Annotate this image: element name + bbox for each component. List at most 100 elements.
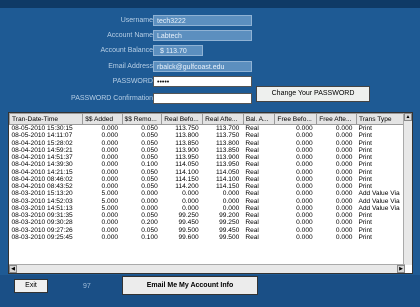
horizontal-scrollbar[interactable]: ◀ ▶ — [9, 264, 405, 273]
title-strip — [0, 0, 420, 8]
table-cell: Real — [245, 132, 259, 140]
table-cell: 0.100 — [141, 233, 158, 241]
table-cell: 0.000 — [182, 204, 199, 212]
table-cell: 0.050 — [141, 183, 158, 190]
table-cell: 0.050 — [141, 139, 158, 147]
table-row[interactable]: 08-04-2010 14:51:37 0.000 0.050 113.950 113.… — [10, 154, 412, 161]
table-row[interactable]: 08-03-2010 09:27:26 0.000 0.050 99.500 99.45… — [10, 227, 412, 234]
table-cell: 0.000 — [101, 154, 119, 161]
table-row[interactable]: 08-03-2010 09:31:35 0.000 0.050 99.250 99.20… — [10, 212, 412, 219]
table-cell: 0.000 — [335, 154, 353, 161]
table-row[interactable]: 08-04-2010 14:21:15 0.000 0.050 114.100 114.… — [10, 169, 412, 176]
table-cell: 0.000 — [296, 183, 313, 190]
table-cell: 0.000 — [141, 190, 158, 198]
table-cell: 113.850 — [175, 139, 199, 147]
table-row[interactable]: 08-05-2010 14:11:07 0.000 0.050 113.800 113.… — [10, 132, 412, 139]
table-cell: 0.000 — [335, 175, 353, 183]
table-cell: Real — [245, 233, 259, 241]
table-cell: 08-03-2010 14:52:03 — [11, 197, 73, 205]
table-cell: 0.000 — [222, 204, 240, 212]
table-cell: 0.000 — [296, 139, 313, 147]
password-confirm-label: PASSWORD Confirmation — [71, 95, 153, 102]
table-cell: 0.000 — [296, 219, 313, 227]
table-cell: Real — [245, 168, 259, 176]
table-cell: 114.050 — [215, 168, 240, 176]
account-balance-label: Account Balance — [100, 47, 153, 54]
exit-button[interactable]: Exit — [14, 279, 48, 293]
column-header[interactable]: Free Befo... — [274, 113, 318, 125]
table-cell: 0.000 — [335, 146, 353, 154]
table-cell: 08-03-2010 14:51:13 — [11, 204, 73, 212]
table-cell: 99.200 — [219, 212, 240, 219]
table-cell: 99.250 — [219, 219, 240, 227]
table-row[interactable]: 08-05-2010 15:30:15 0.000 0.050 113.750 113.… — [10, 125, 412, 133]
table-cell: 0.000 — [101, 233, 119, 241]
table-cell: 0.050 — [141, 154, 158, 161]
username-field: tech3222 — [153, 15, 252, 26]
table-cell: 0.050 — [141, 168, 158, 176]
table-row[interactable]: 08-04-2010 08:43:52 0.000 0.050 114.200 114.… — [10, 183, 412, 190]
table-row[interactable]: 08-04-2010 14:59:21 0.000 0.050 113.900 113.… — [10, 147, 412, 154]
table-row[interactable]: 08-04-2010 08:46:02 0.000 0.050 114.150 114.… — [10, 176, 412, 183]
table-cell: 114.150 — [215, 183, 240, 190]
table-cell: Real — [245, 219, 259, 227]
table-row[interactable]: 08-03-2010 14:52:03 5.000 0.000 0.000 0.000 R… — [10, 198, 412, 205]
table-row[interactable]: 08-03-2010 09:25:45 0.000 0.100 99.600 99.50… — [10, 234, 412, 241]
record-count: 97 — [83, 283, 91, 290]
table-cell: 0.000 — [335, 219, 353, 227]
table-cell: 114.200 — [175, 183, 199, 190]
table-cell: 99.500 — [178, 226, 199, 234]
email-account-info-button[interactable]: Email Me My Account Info — [122, 276, 258, 295]
table-cell: 0.000 — [335, 125, 353, 132]
table-cell: 0.000 — [101, 212, 119, 219]
vertical-scrollbar[interactable]: ▲ — [403, 113, 412, 265]
table-cell: 113.900 — [175, 146, 199, 154]
table-cell: 0.000 — [296, 161, 313, 169]
table-cell: 0.050 — [141, 212, 158, 219]
table-cell: 5.000 — [101, 204, 119, 212]
table-cell: Real — [245, 226, 259, 234]
table-row[interactable]: 08-03-2010 09:30:28 0.000 0.200 99.450 99.25… — [10, 219, 412, 226]
table-cell: 0.000 — [296, 168, 313, 176]
account-balance-row: Account Balance — [0, 44, 153, 58]
username-row: Username — [0, 14, 153, 28]
column-header[interactable]: Free Afte... — [316, 113, 357, 125]
scroll-left-icon[interactable]: ◀ — [9, 265, 17, 273]
table-row[interactable]: 08-04-2010 15:28:02 0.000 0.050 113.850 113.… — [10, 140, 412, 147]
table-cell: Real — [245, 161, 259, 169]
table-cell: 0.000 — [101, 168, 119, 176]
password-confirm-row: PASSWORD Confirmation — [0, 92, 153, 106]
column-header[interactable]: Real Afte... — [202, 113, 244, 125]
table-cell: 113.800 — [175, 132, 199, 140]
column-header[interactable]: Tran-Date-Time — [9, 113, 84, 125]
table-cell: 0.000 — [335, 190, 353, 198]
change-password-button[interactable]: Change Your PASSWORD — [256, 86, 370, 102]
column-header[interactable]: $$ Remo... — [121, 113, 163, 125]
table-cell: 08-05-2010 15:30:15 — [11, 125, 73, 132]
table-cell: 0.000 — [222, 190, 240, 198]
table-cell: 113.850 — [215, 146, 240, 154]
column-header[interactable]: Bal. A... — [242, 113, 276, 125]
table-cell: 113.800 — [215, 139, 240, 147]
table-row[interactable]: 08-03-2010 15:13:20 5.000 0.000 0.000 0.000 R… — [10, 190, 412, 197]
table-row[interactable]: 08-04-2010 14:39:30 0.000 0.100 114.050 113.… — [10, 161, 412, 168]
password-confirm-input[interactable] — [153, 93, 252, 104]
table-cell: 0.000 — [296, 226, 313, 234]
table-row[interactable]: 08-03-2010 14:51:13 5.000 0.000 0.000 0.000 R… — [10, 205, 412, 212]
account-name-field: Labtech — [153, 30, 252, 41]
column-header[interactable]: $$ Added — [82, 113, 123, 125]
column-header[interactable]: Real Befo... — [161, 113, 204, 125]
scroll-right-icon[interactable]: ▶ — [397, 265, 405, 273]
email-field[interactable]: rbalck@gulfcoast.edu — [153, 61, 252, 72]
table-cell: 113.750 — [215, 132, 240, 140]
transactions-grid[interactable]: Tran-Date-Time $$ Added $$ Remo... Real Bef… — [8, 112, 413, 274]
table-cell: 0.000 — [335, 161, 353, 169]
table-cell: 113.950 — [175, 154, 199, 161]
table-cell: 0.200 — [141, 219, 158, 227]
table-cell: 0.050 — [141, 146, 158, 154]
table-cell: 0.000 — [335, 204, 353, 212]
scroll-up-icon[interactable]: ▲ — [404, 113, 412, 121]
password-input[interactable]: ••••• — [153, 76, 252, 87]
table-cell: 114.100 — [215, 175, 240, 183]
table-cell: 0.000 — [101, 183, 119, 190]
